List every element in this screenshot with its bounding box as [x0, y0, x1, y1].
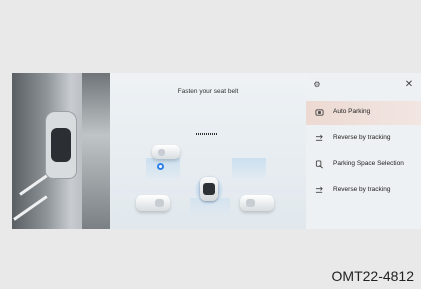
surround-camera-view	[12, 73, 110, 229]
parking-space-marker	[196, 133, 218, 135]
seat-belt-prompt: Fasten your seat belt	[177, 88, 239, 95]
gear-icon[interactable]: ⚙	[312, 80, 322, 90]
menu-item-reverse-tracking-2[interactable]: Reverse by tracking	[306, 179, 421, 203]
parking-display: Fasten your seat belt ⚙ ✕ Auto Parking R…	[12, 73, 421, 229]
menu-item-label: Reverse by tracking	[333, 186, 391, 193]
figure-code: OMT22-4812	[331, 268, 414, 284]
parking-space-icon	[315, 160, 323, 169]
menu-item-reverse-tracking[interactable]: Reverse by tracking	[306, 127, 421, 151]
close-icon[interactable]: ✕	[404, 80, 414, 90]
menu-item-parking-space-selection[interactable]: Parking Space Selection	[306, 153, 421, 177]
auto-parking-icon	[315, 109, 324, 116]
menu-item-auto-parking[interactable]: Auto Parking	[306, 101, 421, 125]
parked-car-bottom-right	[240, 195, 274, 211]
camera-vehicle-image	[45, 111, 77, 179]
parking-scene: Fasten your seat belt	[110, 73, 306, 229]
location-pin-icon[interactable]	[157, 163, 164, 170]
ego-vehicle	[200, 177, 218, 201]
parked-car-bottom-left	[136, 195, 170, 211]
parked-car-top-left	[152, 145, 180, 159]
reverse-tracking-icon	[315, 134, 323, 141]
menu-item-label: Auto Parking	[333, 108, 371, 115]
menu-item-label: Parking Space Selection	[333, 160, 404, 167]
menu-item-label: Reverse by tracking	[333, 134, 391, 141]
reverse-tracking-icon	[315, 186, 323, 193]
parking-menu: ⚙ ✕ Auto Parking Reverse by tracking Par…	[306, 73, 421, 229]
